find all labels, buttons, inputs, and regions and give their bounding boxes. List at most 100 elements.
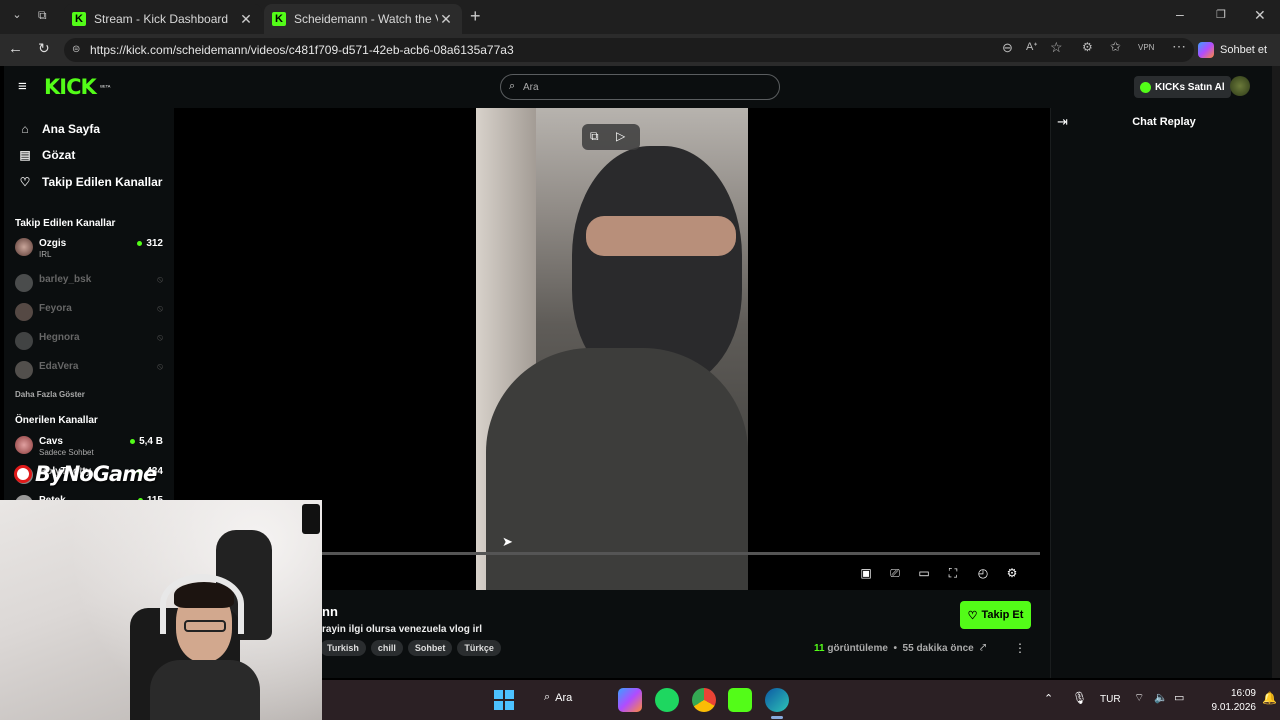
page-scrollbar[interactable] [1272, 66, 1280, 678]
vpn-icon[interactable]: VPN [1138, 43, 1154, 52]
heart-icon: ♡ [19, 175, 31, 189]
tab-scheidemann-vod[interactable]: K Scheidemann - Watch the VOD on ✕ [264, 4, 462, 34]
taskbar-search[interactable]: ⌕ Ara [544, 691, 572, 704]
language-indicator[interactable]: TUR [1100, 694, 1121, 705]
fullscreen-icon[interactable]: ⛶ [945, 566, 961, 582]
restore-button[interactable]: ❐ [1216, 8, 1226, 21]
channel-feyora[interactable]: Feyora ⦸ [15, 301, 165, 325]
hamburger-menu-icon[interactable]: ≡ [18, 78, 27, 95]
tag-chill[interactable]: chill [370, 640, 403, 656]
progress-bar[interactable] [322, 552, 1040, 555]
show-hidden-icons[interactable]: ⌃ [1044, 692, 1053, 705]
start-button-icon[interactable] [494, 690, 514, 710]
nav-browse[interactable]: ▤ Gözat [16, 148, 75, 162]
buy-kicks-button[interactable]: KICKs Satın Al [1134, 76, 1231, 98]
video-frame[interactable]: ⧉ ▷ [476, 108, 748, 590]
spotify-app-icon[interactable] [655, 688, 679, 712]
clock-time: 16:09 [1230, 688, 1256, 699]
clip-button-icon[interactable]: ⎚ [887, 566, 903, 582]
workspaces-icon[interactable]: ⧉ [38, 8, 56, 26]
copilot-app-icon[interactable] [618, 688, 642, 712]
follow-button[interactable]: ♡ Takip Et [960, 601, 1031, 629]
edge-app-icon[interactable] [765, 688, 789, 712]
battery-icon[interactable]: ▭ [1174, 691, 1184, 704]
channel-cavs[interactable]: Cavs Sadece Sohbet 5,4 B [15, 434, 165, 458]
playback-speed-icon[interactable]: ◴ [975, 566, 991, 582]
extensions-icon[interactable]: ⚙ [1082, 40, 1093, 54]
wifi-icon[interactable]: ⌔ [1134, 691, 1144, 705]
viewer-count: 5,4 B [130, 436, 163, 447]
close-tab-icon[interactable]: ✕ [438, 11, 454, 28]
theater-mode-icon[interactable]: ▭ [916, 566, 932, 582]
theater-icon[interactable]: ▷ [616, 129, 625, 143]
search-bar[interactable]: ⌕ Ara [500, 74, 780, 100]
pip-icon[interactable]: ▣ [858, 566, 874, 582]
read-aloud-icon[interactable]: Aᐩ [1026, 40, 1038, 53]
refresh-icon[interactable]: ↻ [38, 40, 50, 57]
tab-kick-dashboard[interactable]: K Stream - Kick Dashboard ✕ [64, 4, 262, 34]
channel-hegnora[interactable]: Hegnora ⦸ [15, 330, 165, 354]
search-icon: ⌕ [544, 691, 551, 703]
channel-name[interactable]: nn [322, 604, 338, 619]
minimize-button[interactable]: – [1176, 6, 1184, 22]
favorite-star-icon[interactable]: ☆ [1050, 39, 1063, 56]
more-options-icon[interactable]: ⋮ [1014, 641, 1026, 655]
offline-icon: ⦸ [157, 361, 163, 371]
kicks-coin-icon [1140, 81, 1151, 93]
webcam-overlay [0, 500, 322, 720]
views-meta: 11 görüntüleme • 55 dakika önce [814, 643, 974, 654]
favorites-icon[interactable]: ✩ [1110, 39, 1121, 55]
channel-barley-bsk[interactable]: barley_bsk ⦸ [15, 272, 165, 296]
active-app-indicator [771, 716, 783, 719]
tab-list-dropdown[interactable]: ⌄ [8, 8, 26, 26]
copilot-button[interactable]: Sohbet et [1198, 39, 1267, 61]
close-tab-icon[interactable]: ✕ [238, 11, 254, 28]
url-field[interactable]: ⊜ https://kick.com/scheidemann/videos/c4… [64, 38, 1194, 62]
channel-ozgis[interactable]: Ozgis IRL 312 [15, 236, 165, 260]
avatar [15, 361, 33, 379]
user-avatar[interactable] [1230, 76, 1250, 96]
avatar [15, 332, 33, 350]
tag-turkce[interactable]: Türkçe [457, 640, 501, 656]
share-icon[interactable]: ⤤ [980, 642, 986, 655]
kick-studio-app-icon[interactable] [728, 688, 752, 712]
channel-edavera[interactable]: EdaVera ⦸ [15, 359, 165, 383]
close-window-button[interactable]: ✕ [1254, 7, 1266, 24]
followed-channels-header: Takip Edilen Kanallar [15, 218, 116, 229]
browse-icon: ▤ [19, 148, 31, 162]
offline-icon: ⦸ [157, 332, 163, 342]
windows-taskbar: ⌕ Ara ⌃ 🎙 TUR ⌔ 🔈 ▭ 16:09 9.01.2026 🔔 [322, 680, 1280, 720]
clip-icon[interactable]: ⧉ [590, 129, 599, 144]
kick-favicon-icon: K [72, 12, 86, 26]
zoom-icon[interactable]: ⊖ [1002, 40, 1013, 56]
kick-logo[interactable]: KICK BETA [44, 75, 110, 99]
avatar [15, 274, 33, 292]
clock[interactable]: 16:09 9.01.2026 [1196, 687, 1257, 715]
kick-logo-text: KICK [44, 75, 97, 99]
cam-glasses [184, 620, 226, 632]
channel-name: EdaVera [39, 361, 79, 372]
microphone-icon[interactable]: 🎙 [1072, 691, 1087, 705]
volume-icon[interactable]: 🔈 [1154, 691, 1168, 704]
tag-sohbet[interactable]: Sohbet [407, 640, 453, 656]
separator-dot: • [890, 643, 900, 654]
tag-turkish[interactable]: Turkish [320, 640, 366, 656]
nav-browse-label: Gözat [42, 148, 76, 162]
video-subject-eyes [586, 216, 736, 256]
show-more-link[interactable]: Daha Fazla Göster [15, 390, 85, 399]
back-icon[interactable]: ← [8, 40, 23, 57]
mouse-cursor-icon: ➤ [502, 534, 513, 549]
nav-following[interactable]: ♡ Takip Edilen Kanallar [16, 175, 163, 189]
chrome-app-icon[interactable] [692, 688, 716, 712]
site-info-icon[interactable]: ⊜ [72, 38, 80, 62]
copilot-icon [1198, 42, 1214, 58]
new-tab-button[interactable]: + [470, 6, 481, 27]
search-placeholder: Ara [523, 82, 539, 93]
channel-name: Feyora [39, 303, 72, 314]
taskbar-search-label: Ara [555, 691, 573, 704]
nav-home[interactable]: ⌂ Ana Sayfa [16, 122, 100, 136]
settings-gear-icon[interactable]: ⚙ [1004, 566, 1020, 582]
search-icon: ⌕ [509, 80, 516, 92]
notifications-bell-icon[interactable]: 🔔 [1262, 691, 1277, 705]
more-menu-icon[interactable]: ⋯ [1172, 38, 1186, 55]
